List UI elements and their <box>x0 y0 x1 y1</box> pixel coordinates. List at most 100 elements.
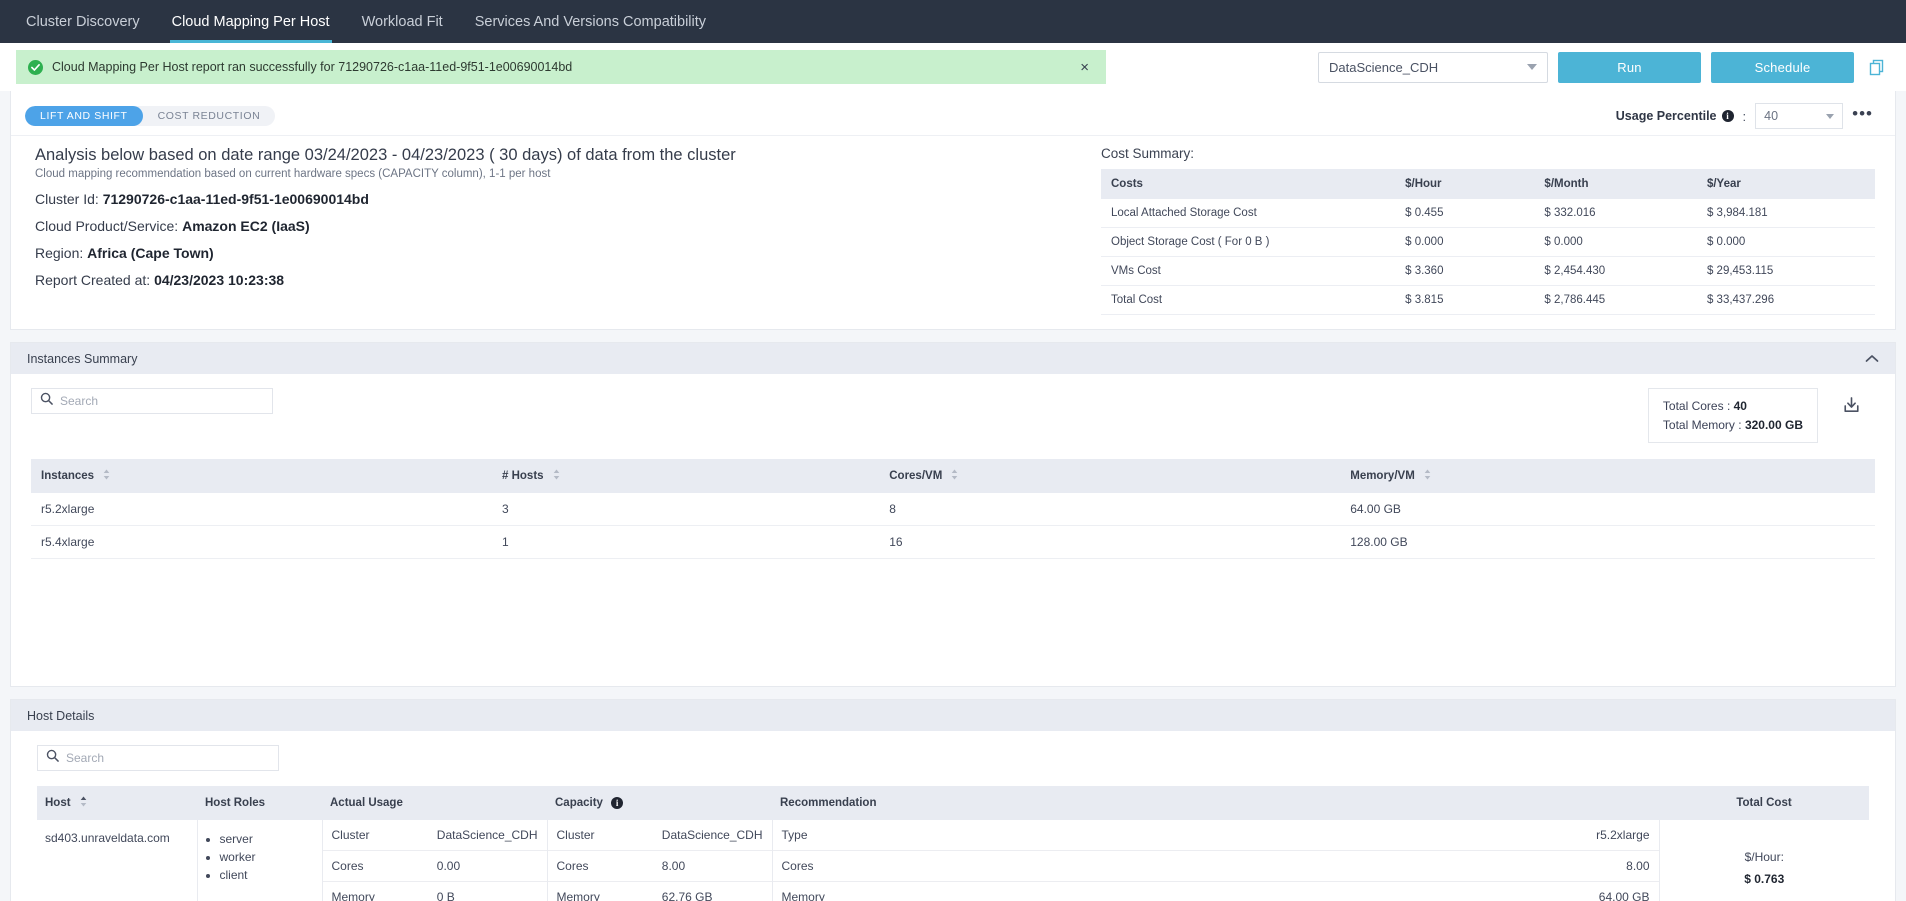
cell-cost-month: $ 2,786.445 <box>1534 285 1697 315</box>
column-header-host-roles[interactable]: Host Roles <box>197 786 322 820</box>
cell-cost-name: Total Cost <box>1101 285 1396 315</box>
key-cores: Cores <box>772 850 1234 882</box>
sort-icon <box>553 469 560 483</box>
meta-label: Report Created at: <box>35 272 151 288</box>
key-cores: Cores <box>547 850 653 882</box>
search-input[interactable] <box>66 751 270 765</box>
column-header-capacity[interactable]: Capacity i <box>547 786 772 820</box>
total-cores-row: Total Cores : 40 <box>1663 397 1803 416</box>
close-icon[interactable]: × <box>1075 57 1094 78</box>
table-row: Cores 8.00 <box>547 850 772 882</box>
info-icon[interactable]: i <box>1721 110 1734 122</box>
value-cores: 0.00 <box>427 850 547 882</box>
summary-card: LIFT AND SHIFT COST REDUCTION Usage Perc… <box>10 91 1896 330</box>
table-row: VMs Cost $ 3.360 $ 2,454.430 $ 29,453.11… <box>1101 256 1875 286</box>
table-row[interactable]: r5.2xlarge 3 8 64.00 GB <box>31 493 1875 527</box>
cell-host-count: 3 <box>492 493 880 527</box>
value-cluster: DataScience_CDH <box>427 820 547 851</box>
page-content: LIFT AND SHIFT COST REDUCTION Usage Perc… <box>0 91 1906 901</box>
table-row: Total Cost $ 3.815 $ 2,786.445 $ 33,437.… <box>1101 285 1875 315</box>
copy-icon[interactable] <box>1864 58 1890 76</box>
cell-host-roles: server worker client <box>197 820 323 901</box>
column-header-hosts[interactable]: # Hosts <box>492 459 880 494</box>
tab-cluster-discovery[interactable]: Cluster Discovery <box>10 0 156 43</box>
cell-capacity: Cluster DataScience_CDH Cores 8.00 Memor… <box>547 820 773 901</box>
list-item: worker <box>220 850 322 864</box>
instances-controls-row: Total Cores : 40 Total Memory : 320.00 G… <box>31 388 1875 444</box>
table-row: Object Storage Cost ( For 0 B ) $ 0.000 … <box>1101 227 1875 257</box>
total-memory-label: Total Memory <box>1662 417 1735 432</box>
column-header-month[interactable]: $/Month <box>1534 169 1697 199</box>
column-header-memory-per-vm[interactable]: Memory/VM <box>1340 459 1875 494</box>
schedule-button[interactable]: Schedule <box>1711 51 1854 83</box>
success-banner: Cloud Mapping Per Host report ran succes… <box>16 50 1106 84</box>
key-memory: Memory <box>547 881 653 901</box>
meta-label: Cloud Product/Service: <box>35 218 179 234</box>
column-header-actual-usage[interactable]: Actual Usage <box>322 786 547 820</box>
instances-search[interactable] <box>31 388 273 414</box>
cell-host-count: 1 <box>492 525 880 560</box>
meta-label: Region: <box>35 245 84 261</box>
table-row[interactable]: r5.4xlarge 1 16 128.00 GB <box>31 525 1875 560</box>
key-cores: Cores <box>322 850 428 882</box>
cell-cost-hour: $ 0.455 <box>1395 199 1535 228</box>
segment-lift-and-shift[interactable]: LIFT AND SHIFT <box>25 106 143 126</box>
chevron-down-icon <box>1527 64 1537 70</box>
cell-cost-name: VMs Cost <box>1101 256 1396 286</box>
table-row: Cluster DataScience_CDH <box>547 820 772 851</box>
total-memory-row: Total Memory : 320.00 GB <box>1663 416 1803 435</box>
meta-value: 71290726-c1aa-11ed-9f51-1e00690014bd <box>102 191 369 207</box>
cell-instance-type: r5.2xlarge <box>31 493 492 527</box>
column-header-cores-per-vm[interactable]: Cores/VM <box>879 459 1341 494</box>
cell-cost-hour: $ 3.815 <box>1395 285 1535 315</box>
host-name-text: sd403.unraveldata.com <box>45 831 170 845</box>
column-header-instances[interactable]: Instances <box>31 459 492 494</box>
totals-box: Total Cores : 40 Total Memory : 320.00 G… <box>1647 388 1818 444</box>
column-header-hour[interactable]: $/Hour <box>1395 169 1535 199</box>
table-header-row: Host Host Roles Actual Usage Capacity i … <box>37 786 1869 820</box>
column-header-host[interactable]: Host <box>37 786 197 820</box>
host-details-search[interactable] <box>37 745 279 771</box>
cluster-select[interactable]: DataScience_CDH <box>1318 51 1548 83</box>
host-details-body: Host Host Roles Actual Usage Capacity i … <box>11 731 1895 901</box>
usage-percentile-label: Usage Percentile i <box>1616 109 1734 123</box>
meta-label: Cluster Id: <box>35 191 99 207</box>
column-header-year[interactable]: $/Year <box>1696 169 1875 199</box>
key-memory: Memory <box>322 881 428 901</box>
more-options-button[interactable]: ••• <box>1852 105 1873 123</box>
run-button[interactable]: Run <box>1558 51 1701 83</box>
analysis-subnote: Cloud mapping recommendation based on cu… <box>35 168 551 180</box>
cell-cost-year: $ 29,453.115 <box>1696 256 1875 286</box>
column-header-recommendation[interactable]: Recommendation <box>772 786 1659 820</box>
value-cluster: DataScience_CDH <box>652 820 772 851</box>
chevron-up-icon[interactable] <box>1865 354 1879 363</box>
table-row[interactable]: sd403.unraveldata.com server worker clie… <box>37 820 1869 901</box>
success-banner-text: Cloud Mapping Per Host report ran succes… <box>52 60 573 74</box>
column-label: # Hosts <box>502 470 544 483</box>
analysis-info: Analysis below based on date range 03/24… <box>11 146 1101 315</box>
column-label: Cores/VM <box>889 470 943 483</box>
analysis-lead-text: Analysis below based on date range 03/24… <box>35 146 736 164</box>
column-header-total-cost[interactable]: Total Cost <box>1659 786 1869 820</box>
usage-percentile-select[interactable]: 40 <box>1755 103 1844 129</box>
tab-cloud-mapping-per-host[interactable]: Cloud Mapping Per Host <box>156 0 346 43</box>
segment-cost-reduction[interactable]: COST REDUCTION <box>143 106 276 126</box>
meta-report-created: Report Created at: 04/23/2023 10:23:38 <box>35 272 1077 288</box>
search-input[interactable] <box>60 394 264 408</box>
cell-memory-per-vm: 128.00 GB <box>1340 525 1875 560</box>
tab-label: Services And Versions Compatibility <box>474 13 707 30</box>
sort-icon <box>951 469 958 483</box>
info-icon[interactable]: i <box>611 797 624 809</box>
instances-summary-header: Instances Summary <box>11 343 1895 374</box>
actual-usage-table: Cluster DataScience_CDH Cores 0.00 Memor… <box>322 820 547 901</box>
column-header-costs[interactable]: Costs <box>1101 169 1396 199</box>
panel-title: Instances Summary <box>27 351 138 366</box>
cell-recommendation: Type r5.2xlarge Cores 8.00 Memory 64.00 … <box>772 820 1660 901</box>
instances-table: Instances # Hosts Cores/VM Memory/VM r5.… <box>31 459 1875 560</box>
download-icon[interactable] <box>1818 388 1875 420</box>
total-cost-block: $/Hour: $ 0.763 <box>1660 820 1870 886</box>
tab-services-and-versions-compatibility[interactable]: Services And Versions Compatibility <box>459 0 722 43</box>
sort-icon <box>103 469 110 483</box>
tab-workload-fit[interactable]: Workload Fit <box>346 0 459 43</box>
tab-label: Workload Fit <box>361 13 443 30</box>
